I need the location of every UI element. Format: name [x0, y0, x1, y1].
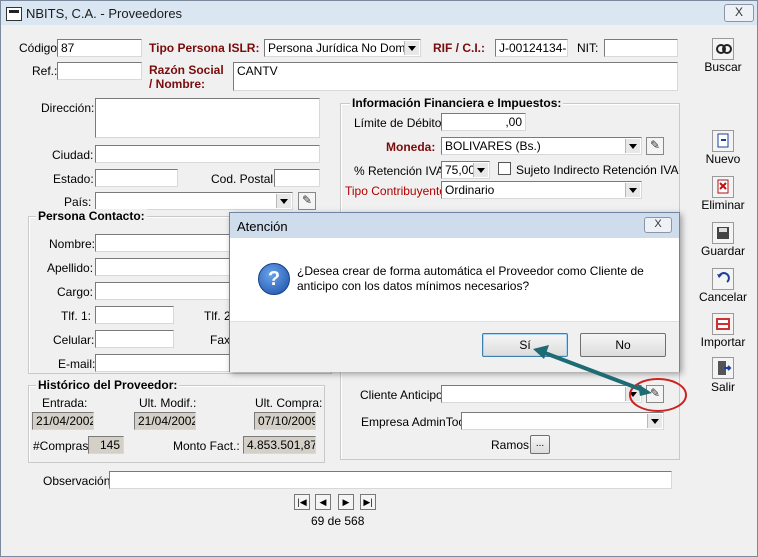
annotation-arrow	[544, 351, 641, 391]
annotation-overlay	[533, 345, 687, 412]
highlight-circle	[629, 378, 687, 412]
annotation-arrowhead	[638, 384, 652, 396]
